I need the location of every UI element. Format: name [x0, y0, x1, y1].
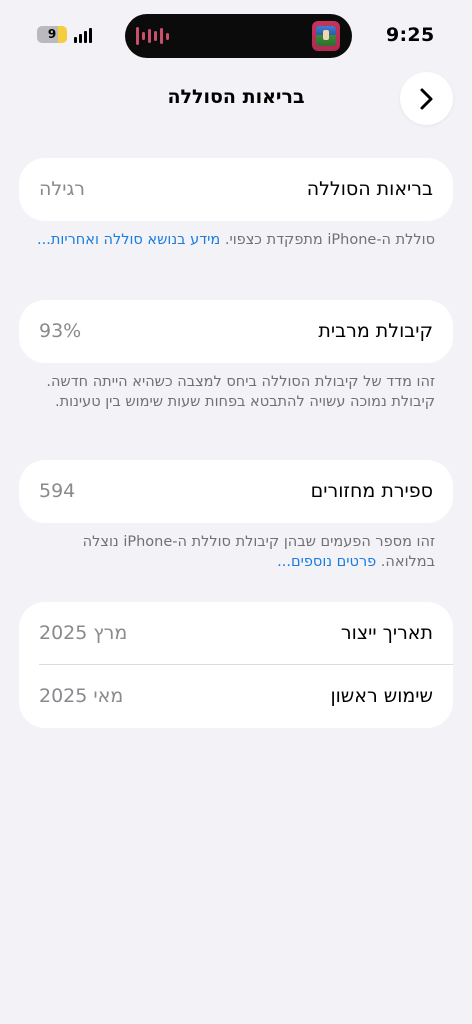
cycle-count-label: ספירת מחזורים — [310, 480, 433, 502]
cycle-count-card: ספירת מחזורים 594 — [19, 460, 453, 523]
max-capacity-card: קיבולת מרבית 93% — [19, 300, 453, 363]
dynamic-island[interactable] — [125, 14, 352, 58]
now-playing-app-icon — [312, 21, 340, 51]
dates-card: תאריך ייצור מרץ 2025 שימוש ראשון מאי 202… — [19, 602, 453, 728]
manufacture-date-row: תאריך ייצור מרץ 2025 — [19, 602, 453, 665]
max-capacity-label: קיבולת מרבית — [318, 320, 433, 342]
cycle-count-note: זהו מספר הפעמים שבהן קיבולת סוללת ה-iPho… — [36, 532, 435, 572]
signal-bars-icon — [74, 27, 92, 43]
manufacture-date-label: תאריך ייצור — [340, 622, 433, 644]
status-time: 9:25 — [386, 24, 435, 46]
cycle-count-row: ספירת מחזורים 594 — [19, 460, 453, 523]
max-capacity-row: קיבולת מרבית 93% — [19, 300, 453, 363]
first-use-label: שימוש ראשון — [330, 685, 433, 707]
manufacture-date-value: מרץ 2025 — [39, 622, 128, 644]
cycle-count-note-text: זהו מספר הפעמים שבהן קיבולת סוללת ה-iPho… — [82, 534, 435, 570]
battery-percent: 9 — [47, 27, 57, 41]
first-use-row: שימוש ראשון מאי 2025 — [19, 665, 453, 728]
battery-health-value: רגילה — [39, 178, 86, 200]
battery-health-label: בריאות הסוללה — [306, 178, 433, 200]
max-capacity-note-text: זהו מדד של קיבולת הסוללה ביחס למצבה כשהי… — [46, 374, 435, 410]
battery-health-row[interactable]: בריאות הסוללה רגילה — [19, 158, 453, 221]
max-capacity-note: זהו מדד של קיבולת הסוללה ביחס למצבה כשהי… — [36, 372, 435, 412]
audio-waveform-icon — [136, 27, 169, 45]
cycle-count-more-link[interactable]: פרטים נוספים... — [277, 554, 376, 570]
battery-warranty-link[interactable]: מידע בנושא סוללה ואחריות... — [37, 232, 220, 248]
battery-icon: 9 — [37, 26, 67, 43]
battery-health-note-text: סוללת ה-iPhone מתפקדת כצפוי. — [224, 232, 435, 248]
max-capacity-value: 93% — [39, 320, 82, 342]
battery-health-note: סוללת ה-iPhone מתפקדת כצפוי. מידע בנושא … — [36, 230, 435, 250]
status-bar: 9 9:25 — [0, 0, 472, 70]
cycle-count-value: 594 — [39, 480, 76, 502]
battery-health-card[interactable]: בריאות הסוללה רגילה — [19, 158, 453, 221]
page-title: בריאות הסוללה — [167, 86, 305, 108]
first-use-value: מאי 2025 — [39, 685, 124, 707]
